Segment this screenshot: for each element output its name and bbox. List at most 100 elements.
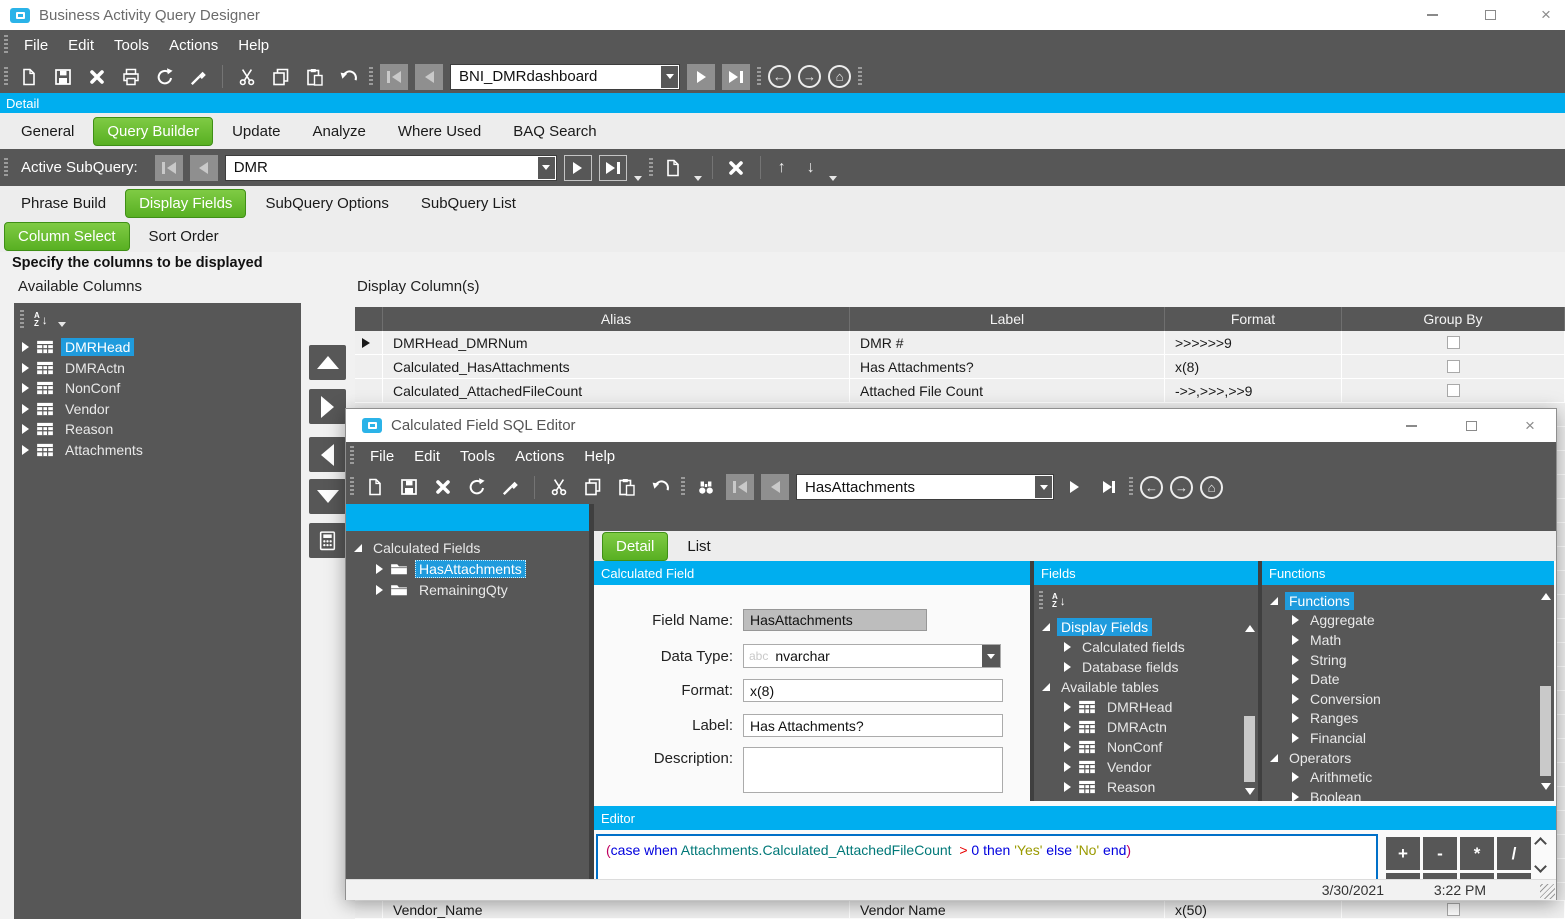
- expand-icon[interactable]: [1292, 713, 1299, 723]
- tree-item-calculated-fields[interactable]: Calculated Fields: [346, 537, 589, 558]
- tree-item-date[interactable]: Date: [1262, 669, 1554, 689]
- expand-icon[interactable]: [1292, 674, 1299, 684]
- expand-icon[interactable]: [1064, 702, 1071, 712]
- menu-item-file[interactable]: File: [360, 444, 404, 469]
- menu-item-file[interactable]: File: [14, 33, 58, 58]
- scroll-down-icon[interactable]: [1245, 788, 1255, 795]
- new-subquery-button[interactable]: [660, 155, 687, 181]
- menu-item-edit[interactable]: Edit: [58, 33, 104, 58]
- minimize-button[interactable]: [1408, 0, 1456, 30]
- menu-item-help[interactable]: Help: [574, 444, 625, 469]
- tree-item-math[interactable]: Math: [1262, 630, 1554, 650]
- fields-scrollbar[interactable]: [1243, 625, 1256, 797]
- tab-column-select[interactable]: Column Select: [4, 222, 130, 251]
- tree-item-arithmetic[interactable]: Arithmetic: [1262, 767, 1554, 787]
- subquery-next-button[interactable]: [564, 155, 592, 181]
- clear-button[interactable]: [185, 64, 212, 90]
- tree-item-hasattachments[interactable]: HasAttachments: [346, 558, 589, 579]
- record-combo[interactable]: HasAttachments: [796, 474, 1054, 500]
- new-button[interactable]: [361, 474, 388, 500]
- table-row[interactable]: Calculated_HasAttachmentsHas Attachments…: [355, 355, 1565, 379]
- table-row[interactable]: Vendor_Name Vendor Name x(50): [355, 900, 1565, 919]
- expand-icon[interactable]: [22, 445, 29, 455]
- toolbar-grip[interactable]: [350, 477, 354, 497]
- scroll-down-icon[interactable]: [1534, 860, 1547, 873]
- tree-item-database-fields[interactable]: Database fields: [1034, 657, 1258, 677]
- resize-grip[interactable]: [1540, 884, 1555, 899]
- description-input[interactable]: [743, 747, 1003, 793]
- menu-grip[interactable]: [4, 35, 8, 55]
- collapse-icon[interactable]: [1042, 623, 1050, 631]
- data-type-combo[interactable]: abc nvarchar: [743, 644, 1001, 668]
- tab-subquery-options[interactable]: SubQuery Options: [252, 190, 401, 217]
- collapse-icon[interactable]: [1042, 683, 1050, 691]
- tab-analyze[interactable]: Analyze: [299, 118, 378, 145]
- tree-item-nonconf[interactable]: NonConf: [1034, 737, 1258, 757]
- expand-icon[interactable]: [22, 363, 29, 373]
- expand-icon[interactable]: [22, 404, 29, 414]
- subquery-combo[interactable]: DMR: [225, 155, 557, 181]
- tree-item-available-tables[interactable]: Available tables: [1034, 677, 1258, 697]
- tree-item-dmrhead[interactable]: DMRHead: [14, 337, 301, 358]
- remove-column-button[interactable]: [309, 437, 346, 472]
- tab-update[interactable]: Update: [219, 118, 293, 145]
- copy-button[interactable]: [267, 64, 294, 90]
- sort-dropdown-icon[interactable]: [58, 322, 66, 327]
- move-up-button[interactable]: ↑: [771, 159, 793, 177]
- menu-item-help[interactable]: Help: [228, 33, 279, 58]
- expand-icon[interactable]: [1292, 615, 1299, 625]
- expand-icon[interactable]: [376, 585, 383, 595]
- group-by-checkbox[interactable]: [1447, 360, 1460, 373]
- expand-icon[interactable]: [22, 383, 29, 393]
- collapse-icon[interactable]: [354, 544, 362, 552]
- dropdown-icon[interactable]: [661, 66, 678, 88]
- dialog-tab-detail[interactable]: Detail: [602, 532, 668, 561]
- tree-item-reason[interactable]: Reason: [14, 419, 301, 440]
- expand-icon[interactable]: [1064, 662, 1071, 672]
- close-button[interactable]: ×: [1524, 0, 1565, 30]
- tree-item-reason[interactable]: Reason: [1034, 777, 1258, 797]
- maximize-button[interactable]: [1466, 0, 1514, 30]
- collapse-icon[interactable]: [1270, 754, 1278, 762]
- column-header-group-by[interactable]: Group By: [1342, 307, 1565, 331]
- scroll-up-icon[interactable]: [1245, 625, 1255, 632]
- tree-item-aggregate[interactable]: Aggregate: [1262, 611, 1554, 631]
- expand-icon[interactable]: [1064, 762, 1071, 772]
- back-button[interactable]: ←: [768, 65, 791, 88]
- operator-button-divide[interactable]: /: [1497, 837, 1531, 870]
- expand-icon[interactable]: [1292, 655, 1299, 665]
- scrollbar-thumb[interactable]: [1244, 716, 1255, 782]
- expand-icon[interactable]: [22, 342, 29, 352]
- refresh-button[interactable]: [151, 64, 178, 90]
- operator-button-multiply[interactable]: *: [1460, 837, 1494, 870]
- first-record-button[interactable]: [726, 474, 754, 500]
- dropdown-icon[interactable]: [1035, 476, 1052, 498]
- dialog-minimize-button[interactable]: [1386, 409, 1436, 442]
- tab-subquery-list[interactable]: SubQuery List: [408, 190, 529, 217]
- group-by-checkbox[interactable]: [1447, 384, 1460, 397]
- tree-item-remainingqty[interactable]: RemainingQty: [346, 579, 589, 600]
- expand-icon[interactable]: [1292, 635, 1299, 645]
- next-record-button[interactable]: [687, 64, 715, 90]
- delete-button[interactable]: [83, 64, 110, 90]
- last-record-button[interactable]: [722, 64, 750, 90]
- menu-item-actions[interactable]: Actions: [159, 33, 228, 58]
- expand-icon[interactable]: [376, 564, 383, 574]
- scroll-down-icon[interactable]: [1541, 783, 1551, 790]
- move-down-button[interactable]: ↓: [800, 159, 822, 177]
- menu-item-actions[interactable]: Actions: [505, 444, 574, 469]
- previous-record-button[interactable]: [761, 474, 789, 500]
- save-button[interactable]: [395, 474, 422, 500]
- save-button[interactable]: [49, 64, 76, 90]
- table-row[interactable]: Calculated_AttachedFileCountAttached Fil…: [355, 379, 1565, 403]
- move-down-column-button[interactable]: [309, 479, 346, 514]
- clear-button[interactable]: [497, 474, 524, 500]
- tree-item-vendor[interactable]: Vendor: [14, 399, 301, 420]
- subquery-first-button[interactable]: [155, 155, 183, 181]
- column-header-label[interactable]: Label: [850, 307, 1165, 331]
- expand-icon[interactable]: [22, 424, 29, 434]
- tab-general[interactable]: General: [8, 118, 87, 145]
- subquery-grip[interactable]: [4, 158, 8, 178]
- tab-phrase-build[interactable]: Phrase Build: [8, 190, 119, 217]
- forward-button[interactable]: →: [798, 65, 821, 88]
